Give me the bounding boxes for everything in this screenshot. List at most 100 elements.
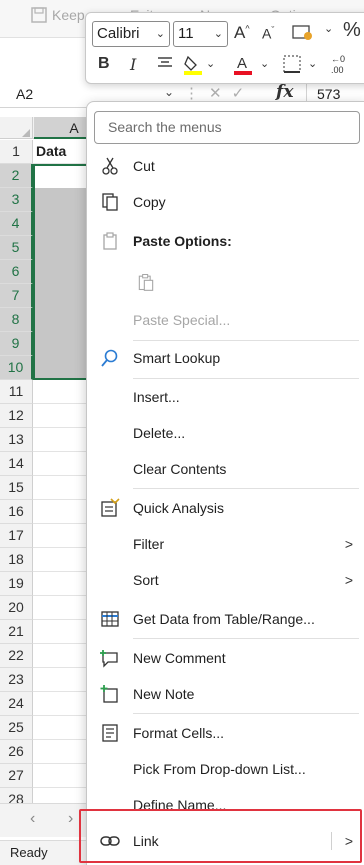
menu-item-delete[interactable]: Delete... bbox=[87, 416, 364, 450]
row-header[interactable]: 18 bbox=[0, 548, 33, 572]
row-header[interactable]: 23 bbox=[0, 668, 33, 692]
italic-button[interactable]: I bbox=[130, 55, 136, 74]
chevron-right-icon[interactable]: > bbox=[345, 824, 353, 858]
svg-text:A: A bbox=[237, 55, 247, 72]
menu-separator bbox=[133, 378, 359, 379]
row-header[interactable]: 15 bbox=[0, 476, 33, 500]
row-header[interactable]: 25 bbox=[0, 716, 33, 740]
menu-item-label: Quick Analysis bbox=[133, 500, 225, 516]
enter-icon[interactable]: ✓ bbox=[232, 84, 245, 102]
shrink-font-label: A bbox=[262, 25, 272, 42]
row-header[interactable]: 24 bbox=[0, 692, 33, 716]
row-header[interactable]: 10 bbox=[0, 356, 33, 380]
chevron-down-icon[interactable]: ⌄ bbox=[308, 57, 317, 70]
chevron-down-icon[interactable]: ⌄ bbox=[164, 85, 174, 99]
row-header[interactable]: 3 bbox=[0, 188, 33, 212]
menu-item-label: Paste Options: bbox=[133, 233, 232, 249]
copy-icon bbox=[99, 192, 121, 212]
chevron-down-icon[interactable]: ⌄ bbox=[260, 57, 269, 70]
row-header[interactable]: 1 bbox=[0, 140, 33, 164]
font-color-button[interactable]: A bbox=[232, 53, 254, 79]
chevron-down-icon[interactable]: ⌄ bbox=[206, 57, 215, 70]
clipboard-icon bbox=[99, 231, 121, 251]
row-header[interactable]: 8 bbox=[0, 308, 33, 332]
row-header[interactable]: 16 bbox=[0, 500, 33, 524]
increase-decimal-button[interactable]: ←0.00 bbox=[330, 53, 354, 78]
status-ready: Ready bbox=[10, 845, 48, 860]
accounting-format-button[interactable] bbox=[292, 22, 314, 46]
cancel-icon[interactable]: ✕ bbox=[209, 84, 222, 102]
menu-item-quick-analysis[interactable]: Quick Analysis bbox=[87, 491, 364, 525]
paste-button[interactable] bbox=[87, 262, 364, 302]
font-name-select[interactable]: Calibri ⌄ bbox=[92, 21, 170, 47]
row-header[interactable]: 21 bbox=[0, 620, 33, 644]
menu-item-format-cells[interactable]: Format Cells... bbox=[87, 716, 364, 750]
svg-text:.00: .00 bbox=[331, 65, 344, 75]
select-all-button[interactable] bbox=[0, 117, 33, 139]
row-header[interactable]: 6 bbox=[0, 260, 33, 284]
chevron-down-icon[interactable]: ⌄ bbox=[324, 22, 333, 35]
context-menu: Search the menus Cut Copy Paste Options:… bbox=[86, 101, 364, 865]
menu-item-define-name[interactable]: Define Name... bbox=[87, 788, 364, 822]
menu-item-get-data[interactable]: Get Data from Table/Range... bbox=[87, 602, 364, 636]
name-box-value: A2 bbox=[16, 86, 34, 102]
mini-toolbar: Calibri ⌄ 11 ⌄ A^ Aˇ ⌄ % B I ⌄ A ⌄ ⌄ ←0.… bbox=[85, 12, 364, 84]
menu-item-clear-contents[interactable]: Clear Contents bbox=[87, 452, 364, 486]
menu-item-cut[interactable]: Cut bbox=[87, 149, 364, 183]
chevron-left-icon[interactable]: ‹ bbox=[30, 810, 35, 828]
grow-font-button[interactable]: A^ bbox=[234, 23, 250, 43]
row-header[interactable]: 14 bbox=[0, 452, 33, 476]
menu-item-copy[interactable]: Copy bbox=[87, 185, 364, 219]
row-header[interactable]: 7 bbox=[0, 284, 33, 308]
menu-item-paste-special[interactable]: Paste Special... bbox=[87, 303, 364, 337]
table-icon bbox=[99, 609, 121, 629]
menu-separator bbox=[133, 488, 359, 489]
fill-color-icon bbox=[184, 55, 202, 75]
menu-item-link[interactable]: Link > bbox=[87, 824, 364, 858]
align-center-button[interactable] bbox=[156, 55, 174, 75]
menu-item-smart-lookup[interactable]: Smart Lookup bbox=[87, 341, 364, 375]
row-header[interactable]: 13 bbox=[0, 428, 33, 452]
row-header[interactable]: 27 bbox=[0, 764, 33, 788]
scissors-icon bbox=[99, 156, 121, 176]
chevron-down-icon: ⌄ bbox=[213, 28, 223, 40]
percent-style-button[interactable]: % bbox=[343, 19, 361, 42]
row-header[interactable]: 19 bbox=[0, 572, 33, 596]
menu-item-label: New Comment bbox=[133, 650, 226, 666]
search-menus-input[interactable]: Search the menus bbox=[94, 111, 360, 144]
format-cells-icon bbox=[99, 723, 121, 743]
chevron-right-icon[interactable]: › bbox=[68, 810, 73, 828]
save-icon bbox=[31, 7, 47, 23]
row-header[interactable]: 2 bbox=[0, 164, 33, 188]
keep-button[interactable]: Keep bbox=[30, 4, 85, 26]
menu-item-sort[interactable]: Sort > bbox=[87, 563, 364, 597]
row-header[interactable]: 22 bbox=[0, 644, 33, 668]
menu-item-paste-options: Paste Options: bbox=[87, 224, 364, 258]
fill-color-button[interactable] bbox=[182, 53, 204, 79]
chevron-right-icon: > bbox=[344, 572, 353, 588]
row-header[interactable]: 17 bbox=[0, 524, 33, 548]
row-header[interactable]: 26 bbox=[0, 740, 33, 764]
row-header[interactable]: 11 bbox=[0, 380, 33, 404]
font-name-value: Calibri bbox=[97, 25, 140, 42]
bold-button[interactable]: B bbox=[98, 55, 110, 73]
borders-button[interactable] bbox=[282, 54, 302, 78]
menu-item-label: Copy bbox=[133, 194, 166, 210]
chevron-down-icon: ⌄ bbox=[155, 28, 165, 40]
shrink-font-button[interactable]: Aˇ bbox=[262, 25, 274, 42]
menu-item-filter[interactable]: Filter > bbox=[87, 527, 364, 561]
menu-item-label: Sort bbox=[133, 572, 159, 588]
menu-item-new-note[interactable]: New Note bbox=[87, 677, 364, 711]
row-header[interactable]: 4 bbox=[0, 212, 33, 236]
borders-icon bbox=[283, 55, 301, 73]
menu-item-new-comment[interactable]: New Comment bbox=[87, 641, 364, 675]
row-header[interactable]: 9 bbox=[0, 332, 33, 356]
menu-item-label: Link bbox=[133, 833, 159, 849]
menu-item-insert[interactable]: Insert... bbox=[87, 380, 364, 414]
row-header[interactable]: 12 bbox=[0, 404, 33, 428]
row-header[interactable]: 20 bbox=[0, 596, 33, 620]
insert-function-icon[interactable]: fx bbox=[276, 82, 293, 102]
font-size-select[interactable]: 11 ⌄ bbox=[173, 21, 228, 47]
menu-item-pick-from-list[interactable]: Pick From Drop-down List... bbox=[87, 752, 364, 786]
row-header[interactable]: 5 bbox=[0, 236, 33, 260]
